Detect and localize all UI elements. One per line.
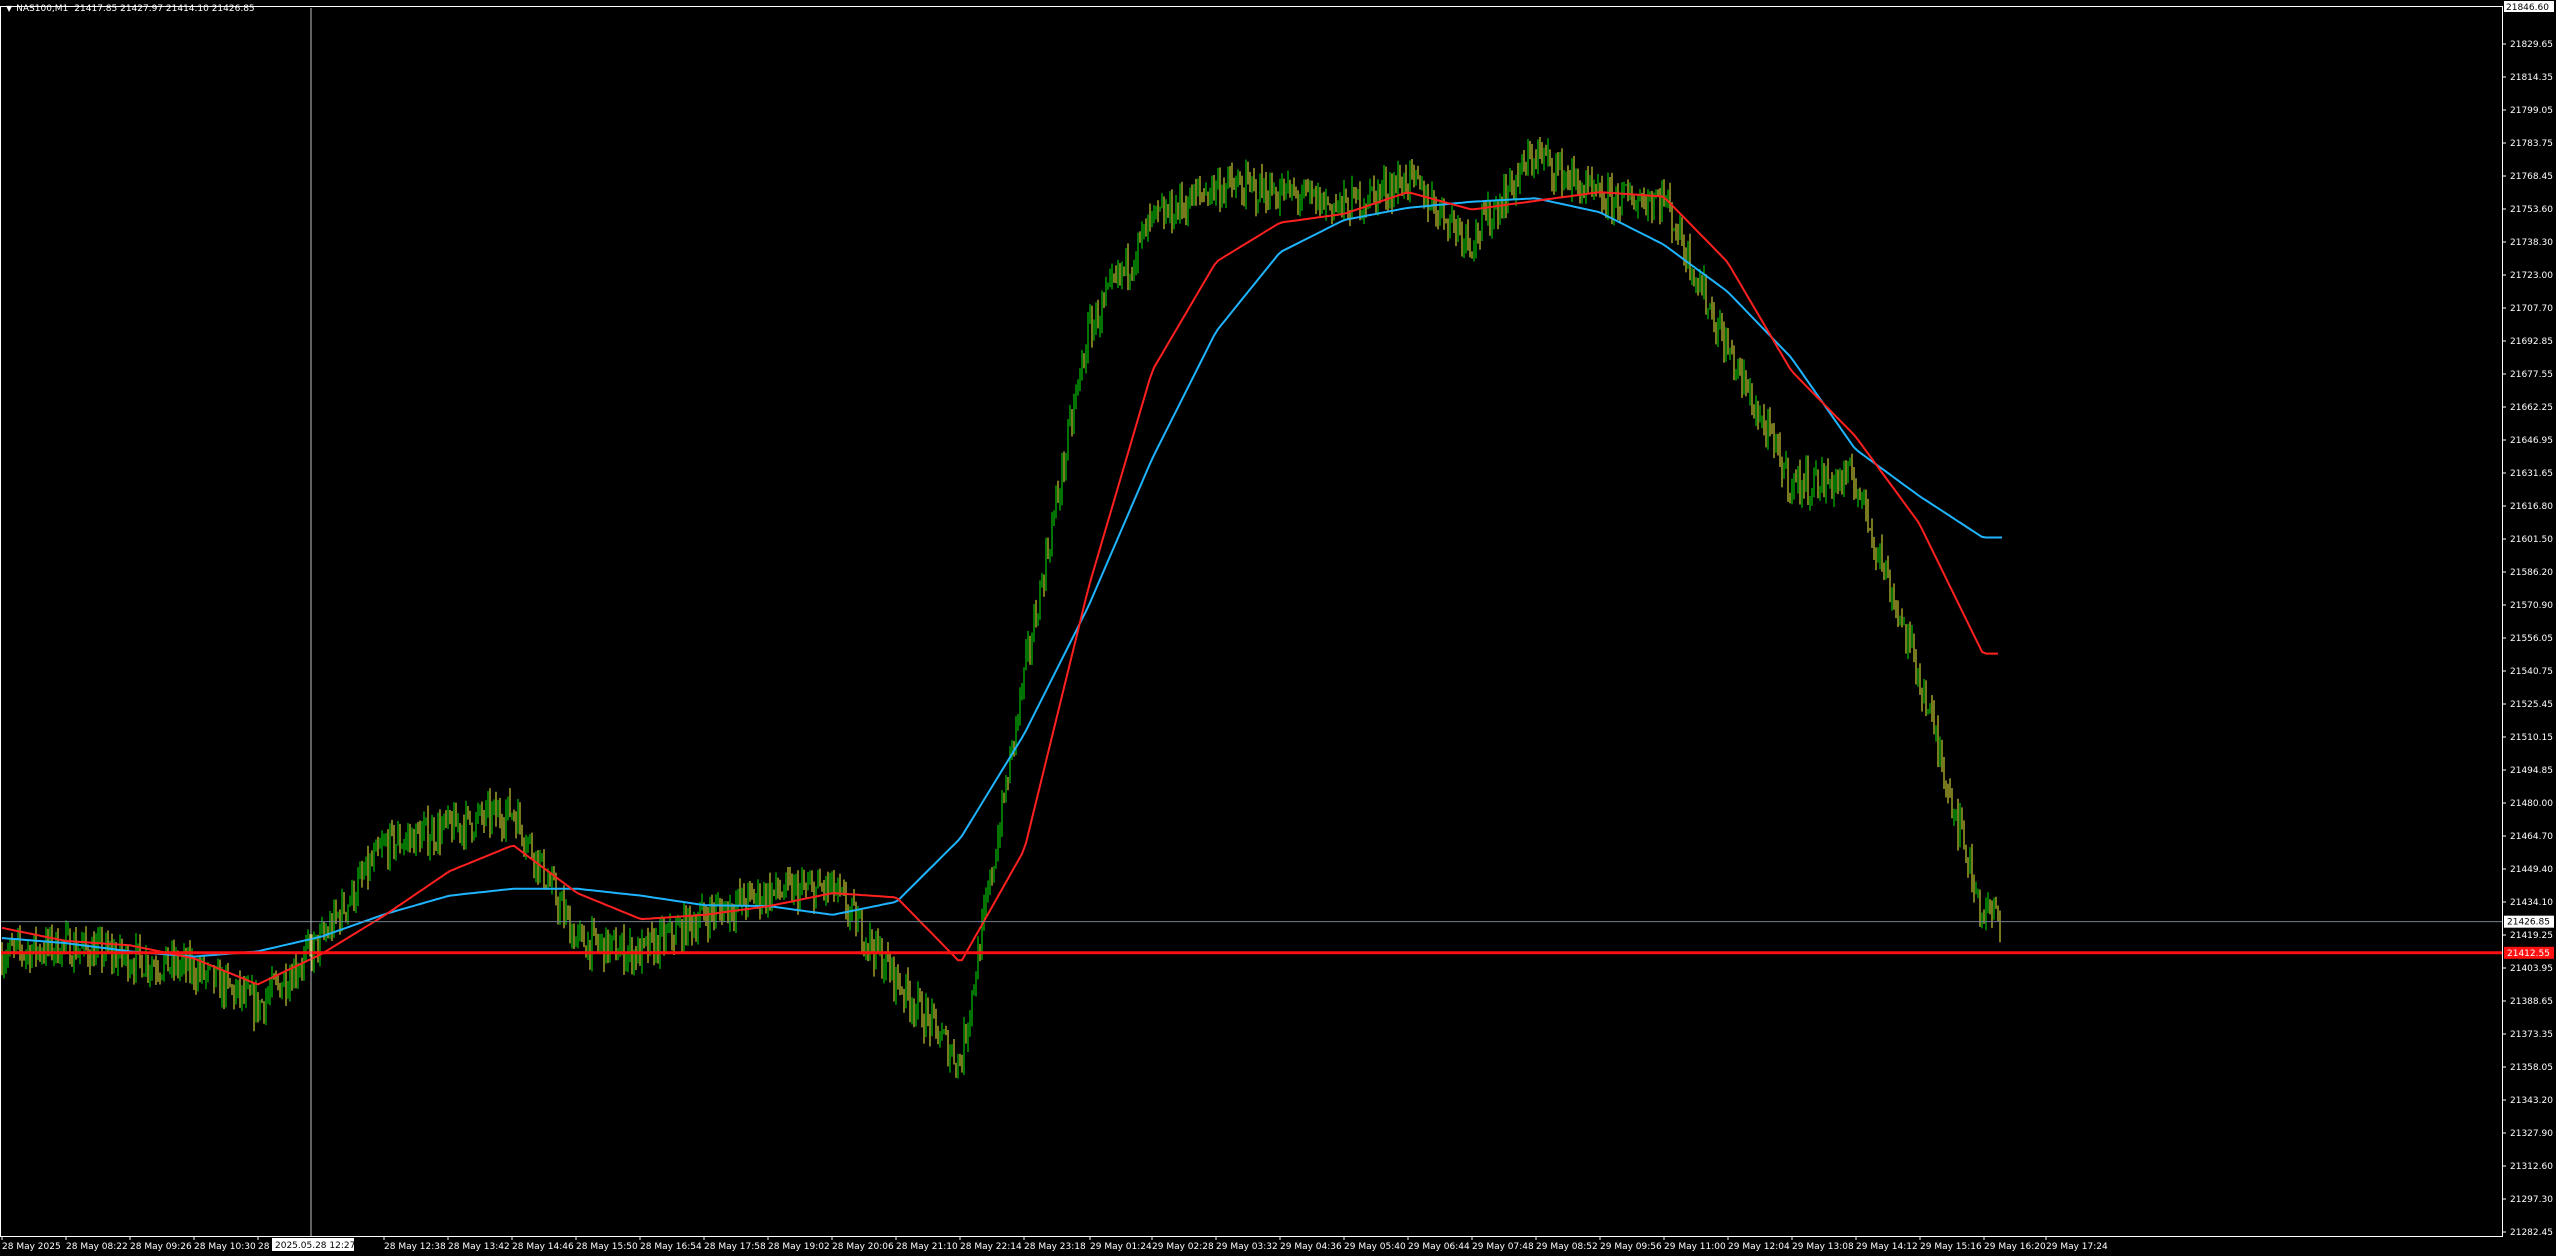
time-tick-label: 29 May 12:04 — [1728, 1242, 1790, 1252]
price-tick-label: 21692.85 — [2510, 337, 2553, 347]
time-tick-label: 28 — [258, 1242, 270, 1252]
time-tick-label: 29 May 02:28 — [1152, 1242, 1214, 1252]
time-tick-label: 28 May 17:58 — [704, 1242, 766, 1252]
ma-fast-line — [1, 191, 1998, 986]
price-tick-label: 21297.30 — [2510, 1195, 2553, 1205]
candles-layer — [1, 137, 2001, 1079]
time-tick-label: 29 May 13:08 — [1792, 1242, 1854, 1252]
price-tick-label: 21312.60 — [2510, 1162, 2553, 1172]
price-tick-label: 21480.00 — [2510, 799, 2553, 809]
time-tick-label: 28 May 2025 — [2, 1242, 61, 1252]
time-tick-label: 29 May 14:12 — [1856, 1242, 1918, 1252]
time-tick-label: 28 May 12:38 — [384, 1242, 446, 1252]
time-tick-label: 28 May 09:26 — [130, 1242, 192, 1252]
chart-menu-icon[interactable]: ▼ — [6, 4, 12, 13]
chart-header: ▼ NAS100,M1 21417.85 21427.97 21414.10 214… — [6, 3, 255, 15]
time-tick-label: 29 May 16:20 — [1984, 1242, 2046, 1252]
ohlc-values: 21417.85 21427.97 21414.10 21426.85 — [74, 4, 255, 14]
price-tick-label: 21738.30 — [2510, 238, 2553, 248]
price-tick-label: 21586.20 — [2510, 568, 2553, 578]
time-tick-label: 28 May 22:14 — [960, 1242, 1022, 1252]
price-tick-label: 21616.80 — [2510, 502, 2553, 512]
time-tick-label: 29 May 03:32 — [1216, 1242, 1278, 1252]
price-tick-label: 21373.35 — [2510, 1030, 2553, 1040]
time-tick-label: 29 May 07:48 — [1472, 1242, 1534, 1252]
time-tick-label: 29 May 17:24 — [2046, 1242, 2108, 1252]
ma-slow-line — [1, 197, 2002, 958]
price-tick-label: 21388.65 — [2510, 997, 2553, 1007]
time-tick-label: 28 May 08:22 — [66, 1242, 128, 1252]
time-tick-label: 28 May 10:30 — [194, 1242, 256, 1252]
price-tick-label: 21403.95 — [2510, 964, 2553, 974]
price-tick-label: 21570.90 — [2510, 601, 2553, 611]
price-tick-label: 21419.25 — [2510, 931, 2553, 941]
symbol-label: NAS100,M1 — [16, 4, 69, 14]
price-tick-label: 21829.65 — [2510, 40, 2553, 50]
price-tick-label: 21646.95 — [2510, 436, 2553, 446]
chart-window[interactable]: 21846.60 21829.65 21814.35 21799.05 21783.75… — [0, 0, 2556, 1256]
time-tick-label: 29 May 04:36 — [1280, 1242, 1342, 1252]
time-tick-label: 29 May 11:00 — [1664, 1242, 1726, 1252]
time-tick-label: 29 May 01:24 — [1090, 1242, 1152, 1252]
price-tick-label: 21799.05 — [2510, 106, 2553, 116]
time-tick-label: 28 May 20:06 — [832, 1242, 894, 1252]
time-tick-label: 28 May 19:02 — [768, 1242, 830, 1252]
time-tick-label: 29 May 05:40 — [1344, 1242, 1406, 1252]
price-tick-label: 21662.25 — [2510, 403, 2553, 413]
price-tick-label: 21449.40 — [2510, 865, 2553, 875]
price-tick-label: 21464.70 — [2510, 832, 2553, 842]
time-tick-label: 29 May 08:52 — [1536, 1242, 1598, 1252]
time-tick-label: 28 May 21:10 — [896, 1242, 958, 1252]
bid-price-label: 21426.85 — [2507, 918, 2550, 928]
price-tick-label: 21525.45 — [2510, 700, 2553, 710]
price-tick-label: 21753.60 — [2510, 205, 2553, 215]
price-tick-label: 21282.45 — [2510, 1228, 2553, 1238]
price-tick-label: 21768.45 — [2510, 172, 2553, 182]
price-tick-label: 21631.65 — [2510, 469, 2553, 479]
time-tick-label: 29 May 15:16 — [1920, 1242, 1982, 1252]
time-tick-label: 28 May 16:54 — [640, 1242, 702, 1252]
crosshair-time-label: 2025.05.28 12:27 — [275, 1241, 355, 1251]
price-tick-label: 21723.00 — [2510, 271, 2553, 281]
price-tick-label: 21358.05 — [2510, 1063, 2553, 1073]
level-price-label: 21412.55 — [2507, 949, 2550, 959]
price-tick-label: 21814.35 — [2510, 73, 2553, 83]
price-scale-top-label: 21846.60 — [2506, 3, 2549, 13]
price-tick-label: 21707.70 — [2510, 304, 2553, 314]
price-tick-label: 21434.10 — [2510, 898, 2553, 908]
price-tick-label: 21677.55 — [2510, 370, 2553, 380]
price-level-lines — [0, 8, 2502, 1236]
time-tick-label: 28 May 13:42 — [448, 1242, 510, 1252]
time-scale: 28 May 2025 28 May 08:22 28 May 09:26 28 Ma… — [1, 1236, 2108, 1252]
price-scale: 21846.60 21829.65 21814.35 21799.05 21783.75… — [2502, 1, 2554, 1238]
time-tick-label: 28 May 14:46 — [512, 1242, 574, 1252]
price-tick-label: 21327.90 — [2510, 1129, 2553, 1139]
time-tick-label: 29 May 06:44 — [1408, 1242, 1470, 1252]
price-tick-label: 21510.15 — [2510, 733, 2553, 743]
time-tick-label: 28 May 23:18 — [1024, 1242, 1086, 1252]
price-tick-label: 21556.05 — [2510, 634, 2553, 644]
price-tick-label: 21601.50 — [2510, 535, 2553, 545]
price-tick-label: 21343.20 — [2510, 1096, 2553, 1106]
lines-layer — [1, 191, 2002, 986]
price-tick-label: 21783.75 — [2510, 139, 2553, 149]
price-tick-label: 21540.75 — [2510, 667, 2553, 677]
price-tick-label: 21494.85 — [2510, 766, 2553, 776]
time-tick-label: 28 May 15:50 — [576, 1242, 638, 1252]
price-chart[interactable]: 21846.60 21829.65 21814.35 21799.05 21783.75… — [0, 0, 2556, 1256]
time-tick-label: 29 May 09:56 — [1600, 1242, 1662, 1252]
